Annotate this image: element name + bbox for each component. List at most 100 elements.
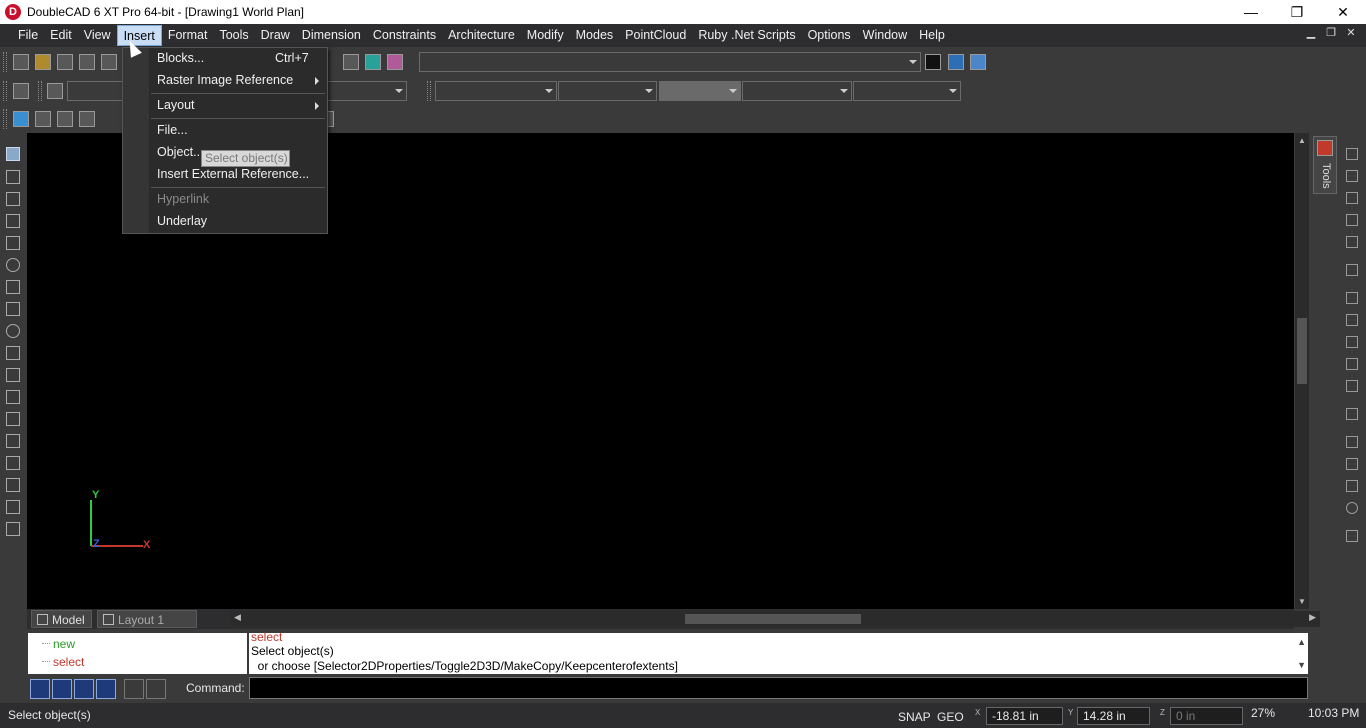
tools-panel-tab[interactable]: Tools: [1313, 136, 1337, 194]
color-select[interactable]: [435, 81, 557, 101]
tab-model[interactable]: Model: [31, 610, 92, 628]
block-icon[interactable]: [6, 456, 20, 470]
menu-options[interactable]: Options: [802, 25, 857, 46]
gear-icon[interactable]: [13, 83, 29, 99]
minimize-button[interactable]: —: [1228, 0, 1274, 24]
menu-item-blocks[interactable]: Blocks...: [157, 51, 204, 65]
scale-icon[interactable]: [1346, 192, 1358, 204]
table-icon[interactable]: [343, 54, 359, 70]
snap-toggle[interactable]: SNAP: [898, 710, 931, 724]
menu-item-object[interactable]: Object...: [157, 145, 204, 159]
copy-icon[interactable]: [1346, 292, 1358, 304]
group-icon[interactable]: [1346, 458, 1358, 470]
menu-ruby-net-scripts[interactable]: Ruby .Net Scripts: [692, 25, 801, 46]
line-icon[interactable]: [6, 192, 20, 206]
geo-toggle[interactable]: GEO: [937, 710, 964, 724]
lineweight-select[interactable]: [659, 81, 741, 101]
text-icon[interactable]: [6, 478, 20, 492]
toolbar-grip[interactable]: [3, 81, 7, 101]
menu-item-insert-external-reference[interactable]: Insert External Reference...: [157, 167, 309, 181]
house-icon[interactable]: [35, 111, 51, 127]
command-mode-button[interactable]: [30, 679, 50, 699]
dimension-icon[interactable]: [6, 500, 20, 514]
fillet-icon[interactable]: [1346, 436, 1358, 448]
frame-icon[interactable]: [6, 522, 20, 536]
fill-icon[interactable]: [1346, 264, 1358, 276]
menu-file[interactable]: File: [12, 25, 44, 46]
restore-button[interactable]: ❐: [1274, 0, 1320, 24]
scroll-left-icon[interactable]: ◀: [234, 612, 241, 623]
linestyle-select[interactable]: [742, 81, 852, 101]
horizontal-scroll-thumb[interactable]: [685, 614, 861, 624]
arc-icon[interactable]: [6, 302, 20, 316]
explode-icon[interactable]: [1346, 480, 1358, 492]
menu-view[interactable]: View: [78, 25, 117, 46]
chamfer-icon[interactable]: [1346, 358, 1358, 370]
print-preview-icon[interactable]: [101, 54, 117, 70]
z-coordinate-field[interactable]: 0 in: [1170, 707, 1243, 725]
ellipse-icon[interactable]: [6, 324, 20, 338]
vertical-scrollbar[interactable]: ▲ ▼: [1295, 133, 1309, 609]
named-view-select[interactable]: [419, 52, 921, 72]
menu-edit[interactable]: Edit: [44, 25, 78, 46]
command-input[interactable]: [249, 677, 1308, 699]
curve-icon[interactable]: [6, 346, 20, 360]
command-mode-button[interactable]: [96, 679, 116, 699]
menu-help[interactable]: Help: [913, 25, 951, 46]
history-scroll-down-icon[interactable]: ▼: [1297, 660, 1306, 670]
insert-symbol-icon[interactable]: [13, 111, 29, 127]
trim-icon[interactable]: [1346, 314, 1358, 326]
menu-item-underlay[interactable]: Underlay: [157, 214, 207, 228]
linetype-select[interactable]: [558, 81, 657, 101]
history-scroll-up-icon[interactable]: ▲: [1297, 637, 1306, 647]
circle-edit-icon[interactable]: [1346, 502, 1358, 514]
menu-dimension[interactable]: Dimension: [296, 25, 367, 46]
pen-icon[interactable]: [1346, 148, 1358, 160]
close-button[interactable]: ✕: [1320, 0, 1366, 24]
toolbar-grip[interactable]: [427, 81, 431, 101]
menu-architecture[interactable]: Architecture: [442, 25, 521, 46]
menu-item-file[interactable]: File...: [157, 123, 188, 137]
scroll-up-icon[interactable]: ▲: [1298, 136, 1306, 145]
eye-icon[interactable]: [6, 368, 20, 382]
stretch-icon[interactable]: [1346, 214, 1358, 226]
command-tree-select[interactable]: select: [53, 655, 84, 669]
command-tree-new[interactable]: new: [53, 637, 75, 651]
menu-format[interactable]: Format: [162, 25, 214, 46]
menu-modify[interactable]: Modify: [521, 25, 570, 46]
plot-style-select[interactable]: [853, 81, 961, 101]
eraser-icon[interactable]: [387, 54, 403, 70]
command-snap-button[interactable]: [146, 679, 166, 699]
menu-item-layout[interactable]: Layout: [157, 98, 195, 112]
zoom-icon[interactable]: [6, 390, 20, 404]
building-icon[interactable]: [79, 111, 95, 127]
x-coordinate-field[interactable]: -18.81 in: [986, 707, 1063, 725]
rotate-icon[interactable]: [1346, 380, 1358, 392]
menu-window[interactable]: Window: [857, 25, 913, 46]
extend-icon[interactable]: [1346, 336, 1358, 348]
menu-draw[interactable]: Draw: [255, 25, 296, 46]
print-icon[interactable]: [79, 54, 95, 70]
vertical-scroll-thumb[interactable]: [1297, 318, 1307, 384]
toolbar-grip[interactable]: [38, 81, 42, 101]
horizontal-scrollbar[interactable]: ◀ ▶: [230, 611, 1320, 627]
roof-icon[interactable]: [57, 111, 73, 127]
array-icon[interactable]: [1346, 236, 1358, 248]
book-icon[interactable]: [948, 54, 964, 70]
stamp-icon[interactable]: [1346, 530, 1358, 542]
polyline-icon[interactable]: [6, 214, 20, 228]
command-mode-button[interactable]: [74, 679, 94, 699]
command-mode-button[interactable]: [52, 679, 72, 699]
open-file-icon[interactable]: [35, 54, 51, 70]
menu-pointcloud[interactable]: PointCloud: [619, 25, 692, 46]
document-restore-button[interactable]: ❐: [1324, 26, 1338, 42]
menu-modes[interactable]: Modes: [570, 25, 620, 46]
select-arrow-icon[interactable]: [6, 147, 20, 161]
document-close-button[interactable]: ✕: [1344, 26, 1358, 42]
new-file-icon[interactable]: [13, 54, 29, 70]
double-line-icon[interactable]: [6, 236, 20, 250]
calculator-icon[interactable]: [365, 54, 381, 70]
toolbar-grip[interactable]: [3, 109, 7, 129]
y-coordinate-field[interactable]: 14.28 in: [1077, 707, 1150, 725]
mail-icon[interactable]: [970, 54, 986, 70]
